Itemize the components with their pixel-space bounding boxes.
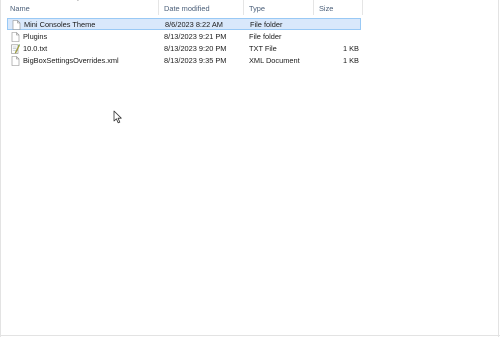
file-type: File folder <box>249 32 282 41</box>
file-name: BigBoxSettingsOverrides.xml <box>23 56 119 65</box>
file-date: 8/13/2023 9:20 PM <box>164 44 227 53</box>
file-type: TXT File <box>249 44 277 53</box>
file-date: 8/6/2023 8:22 AM <box>165 20 223 29</box>
file-list-pane: ˆ Name Date modified Type Size Mini Cons… <box>0 0 500 337</box>
file-size: 1 KB <box>342 44 359 53</box>
column-divider[interactable] <box>243 0 244 15</box>
column-header-name[interactable]: Name <box>10 3 30 14</box>
file-row[interactable]: BigBoxSettingsOverrides.xml 8/13/2023 9:… <box>7 55 361 67</box>
pane-bottom-border <box>0 335 500 336</box>
file-name: Mini Consoles Theme <box>24 20 96 29</box>
column-header-type[interactable]: Type <box>249 3 265 14</box>
pane-right-border <box>498 0 499 337</box>
column-divider[interactable] <box>362 0 363 15</box>
document-icon <box>11 56 20 66</box>
folder-icon <box>12 20 21 30</box>
file-type: File folder <box>250 20 283 29</box>
file-row[interactable]: Mini Consoles Theme 8/6/2023 8:22 AM Fil… <box>7 18 361 30</box>
file-date: 8/13/2023 9:21 PM <box>164 32 227 41</box>
folder-icon <box>11 32 20 42</box>
sort-indicator-icon: ˆ <box>77 0 79 6</box>
mouse-pointer-icon <box>113 110 122 124</box>
column-header-size[interactable]: Size <box>319 3 333 14</box>
text-file-icon <box>11 44 20 54</box>
column-divider[interactable] <box>158 0 159 15</box>
file-name: Plugins <box>23 32 48 41</box>
column-header-date[interactable]: Date modified <box>164 3 210 14</box>
column-divider[interactable] <box>313 0 314 15</box>
file-row[interactable]: 10.0.txt 8/13/2023 9:20 PM TXT File 1 KB <box>7 43 361 55</box>
file-date: 8/13/2023 9:35 PM <box>164 56 227 65</box>
file-size: 1 KB <box>342 56 359 65</box>
column-header-bar: ˆ Name Date modified Type Size <box>0 0 500 15</box>
file-name: 10.0.txt <box>23 44 48 53</box>
pane-left-border <box>0 0 1 337</box>
file-type: XML Document <box>249 56 300 65</box>
file-row[interactable]: Plugins 8/13/2023 9:21 PM File folder <box>7 31 361 43</box>
